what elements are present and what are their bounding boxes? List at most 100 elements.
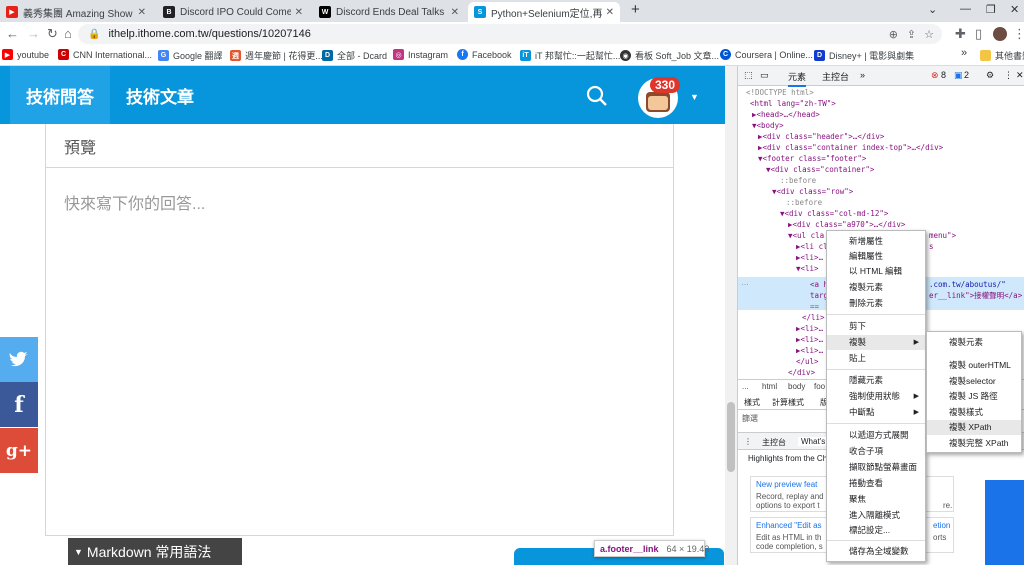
submenu-item-copy-xpath[interactable]: 複製 XPath (927, 420, 1021, 435)
dom-line[interactable]: </ul> (796, 356, 819, 367)
bookmark-item[interactable]: D Disney+ | 電影與劇集 (814, 49, 914, 62)
new-tab-button[interactable]: + (631, 1, 640, 18)
dom-line[interactable]: ▶<li>… (796, 323, 823, 334)
menu-item-add-attribute[interactable]: 新增屬性 (827, 234, 925, 249)
star-icon[interactable]: ☆ (924, 28, 934, 41)
profile-avatar[interactable] (993, 27, 1007, 41)
dom-line[interactable]: == (810, 301, 819, 312)
close-icon[interactable]: ✕ (606, 7, 614, 18)
bookmark-item[interactable]: C Coursera | Online... (720, 49, 813, 60)
bookmark-folder[interactable]: 其他書籤 (980, 49, 1024, 62)
menu-item-force-state[interactable]: 強制使用狀態 ▶ (827, 389, 925, 404)
settings-gear-icon[interactable]: ⚙ (986, 70, 994, 81)
share-icon[interactable]: ⇪ (907, 28, 916, 41)
dom-line[interactable]: ▶<li>… (796, 334, 823, 345)
extensions-icon[interactable]: ✚ (955, 26, 966, 42)
dom-line[interactable]: ▼<div class="row"> (772, 186, 853, 197)
dom-line[interactable]: ::before (786, 197, 822, 208)
drawer-tab-console[interactable]: 主控台 (762, 437, 786, 448)
dom-line[interactable]: <!DOCTYPE html> (746, 87, 814, 98)
tab-console[interactable]: 主控台 (822, 70, 849, 83)
minimize-icon[interactable]: — (960, 3, 971, 15)
dom-line[interactable]: ▼<div class="col-md-12"> (780, 208, 888, 219)
dom-line[interactable]: ▶<li>… (796, 252, 823, 263)
zoom-icon[interactable]: ⊕ (889, 28, 898, 41)
menu-item-isolation-mode[interactable]: 進入隔離模式 (827, 508, 925, 523)
bookmark-item[interactable]: iT iT 邦幫忙::一起幫忙... (520, 49, 620, 62)
menu-item-scroll-into-view[interactable]: 捲動查看 (827, 476, 925, 491)
twitter-share-button[interactable] (0, 337, 38, 382)
dom-line[interactable]: ▶<head>…</head> (752, 109, 820, 120)
page-scrollbar[interactable] (725, 66, 737, 565)
dom-line[interactable]: ▼<div class="container"> (766, 164, 874, 175)
devtools-close-icon[interactable]: ✕ (1016, 70, 1024, 81)
ellipsis-icon[interactable]: … (741, 278, 749, 287)
menu-icon[interactable]: ⋮ (1013, 26, 1024, 42)
submenu-item-copy-selector[interactable]: 複製selector (927, 374, 1021, 389)
submenu-item-copy-styles[interactable]: 複製樣式 (927, 405, 1021, 420)
submenu-item-copy-full-xpath[interactable]: 複製完整 XPath (927, 436, 1021, 451)
bookmark-item[interactable]: ▶ youtube (2, 49, 49, 60)
preview-tab[interactable]: 預覽 (46, 124, 673, 168)
tab-computed[interactable]: 計算樣式 (772, 397, 804, 408)
notification-badge[interactable]: 330 (650, 77, 681, 93)
google-plus-share-button[interactable]: g+ (0, 428, 38, 473)
menu-item-expand-recursively[interactable]: 以遞迴方式展開 (827, 428, 925, 443)
bookmark-item[interactable]: 週週年慶節 | 花得更... (230, 49, 323, 62)
browser-tab[interactable]: ▶ 義秀集團 Amazing Show - 推薦 ✕ (0, 2, 152, 22)
drawer-tab-whats-new[interactable]: What's (798, 437, 829, 446)
breadcrumb-item[interactable]: body (788, 382, 805, 391)
menu-item-edit-attribute[interactable]: 編輯屬性 (827, 249, 925, 264)
nav-tab-qa[interactable]: 技術問答 (10, 66, 110, 124)
nav-tab-articles[interactable]: 技術文章 (115, 66, 205, 124)
dom-line[interactable]: ▼<li> (796, 263, 819, 274)
submenu-item-copy-js-path[interactable]: 複製 JS 路徑 (927, 389, 1021, 404)
dom-line[interactable]: ▶<div class="header">…</div> (758, 131, 884, 142)
more-bookmarks-icon[interactable]: » (961, 47, 967, 59)
menu-item-capture-screenshot[interactable]: 擷取節點螢幕畫面 (827, 460, 925, 475)
dom-line[interactable]: ▶<div class="container index-top">…</div… (758, 142, 943, 153)
menu-item-badge-settings[interactable]: 標記設定... (827, 523, 925, 538)
close-icon[interactable]: ✕ (138, 7, 146, 18)
sidepanel-icon[interactable]: ▯ (975, 26, 982, 42)
tab-styles[interactable]: 樣式 (744, 397, 760, 408)
kebab-menu-icon[interactable]: ⋮ (744, 437, 752, 446)
dom-line[interactable]: <html lang="zh-TW"> (750, 98, 836, 109)
inspect-icon[interactable]: ⬚ (744, 70, 753, 81)
restore-icon[interactable]: ❐ (986, 3, 996, 16)
window-close-icon[interactable]: ✕ (1010, 3, 1019, 16)
menu-item-copy[interactable]: 複製 ▶ (827, 335, 925, 350)
browser-tab-active[interactable]: S Python+Selenium定位,再用個 ✕ (468, 2, 620, 22)
styles-filter[interactable]: 篩選 (742, 413, 758, 424)
menu-item-duplicate[interactable]: 複製元素 (827, 280, 925, 295)
markdown-help-button[interactable]: ▼ Markdown 常用語法 (68, 538, 242, 565)
bookmark-item[interactable]: D 全部 - Dcard (322, 49, 387, 62)
browser-tab[interactable]: B Discord IPO Could Come in Ea ✕ (157, 2, 309, 22)
more-tabs[interactable]: » (860, 70, 865, 80)
dom-line[interactable]: ▼<footer class="footer"> (758, 153, 866, 164)
browser-tab[interactable]: W Discord Ends Deal Talks With M ✕ (313, 2, 465, 22)
breadcrumb-item[interactable]: html (762, 382, 777, 391)
dom-line[interactable]: ▼<body> (752, 120, 784, 131)
breadcrumb-item[interactable]: ... (742, 382, 749, 391)
reload-icon[interactable]: ↻ (47, 26, 58, 42)
url-field[interactable]: 🔒 ithelp.ithome.com.tw/questions/1020714… (78, 24, 942, 44)
search-icon[interactable] (586, 85, 608, 107)
tab-elements[interactable]: 元素 (788, 70, 807, 87)
menu-item-focus[interactable]: 聚焦 (827, 492, 925, 507)
bookmark-item[interactable]: ◎ Instagram (393, 49, 448, 60)
kebab-menu-icon[interactable]: ⋮ (1004, 70, 1013, 81)
dom-line[interactable]: </li> (802, 312, 825, 323)
menu-item-hide[interactable]: 隱藏元素 (827, 373, 925, 388)
home-icon[interactable]: ⌂ (64, 26, 72, 41)
menu-item-break-on[interactable]: 中斷點 ▶ (827, 405, 925, 420)
dom-line[interactable]: ▶<li>… (796, 345, 823, 356)
submenu-item-copy-element[interactable]: 複製元素 (927, 335, 1021, 350)
facebook-share-button[interactable]: f (0, 382, 38, 427)
bookmark-item[interactable]: f Facebook (457, 49, 512, 60)
back-icon[interactable]: ← (6, 26, 19, 41)
menu-item-store-global[interactable]: 儲存為全域變數 (827, 544, 925, 559)
close-icon[interactable]: ✕ (451, 7, 459, 18)
error-icon[interactable]: ⊗ (931, 70, 939, 81)
bookmark-item[interactable]: G Google 翻譯 (158, 49, 223, 62)
